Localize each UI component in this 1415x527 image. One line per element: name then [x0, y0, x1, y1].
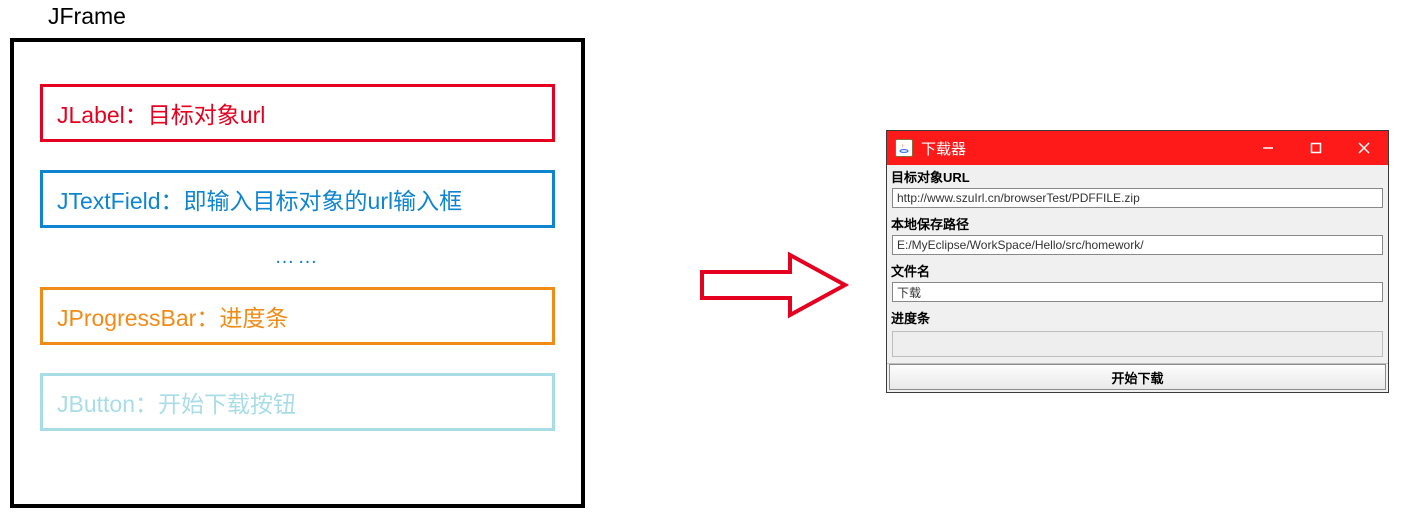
- maximize-button[interactable]: [1292, 131, 1340, 165]
- url-input[interactable]: [892, 188, 1383, 208]
- titlebar: 下载器: [887, 131, 1388, 165]
- java-app-icon: [895, 139, 913, 157]
- progress-bar: [892, 331, 1383, 357]
- url-label: 目标对象URL: [887, 165, 1388, 188]
- filename-label: 文件名: [887, 259, 1388, 282]
- jframe-layout-box: JLabel：目标对象url JTextField：即输入目标对象的url输入框…: [10, 38, 585, 508]
- arrow-icon: [700, 250, 850, 325]
- start-download-button[interactable]: 开始下载: [889, 364, 1386, 390]
- jprogressbar-box: JProgressBar：进度条: [40, 287, 555, 345]
- jbutton-box: JButton：开始下载按钮: [40, 373, 555, 431]
- diagram-title: JFrame: [48, 3, 126, 30]
- close-button[interactable]: [1340, 131, 1388, 165]
- app-body: 目标对象URL 本地保存路径 文件名 进度条 开始下载: [887, 165, 1388, 392]
- path-label: 本地保存路径: [887, 212, 1388, 235]
- progress-label: 进度条: [887, 306, 1388, 329]
- path-input[interactable]: [892, 235, 1383, 255]
- jtextfield-box: JTextField：即输入目标对象的url输入框: [40, 170, 555, 228]
- window-title: 下载器: [921, 138, 1244, 159]
- jlabel-box: JLabel：目标对象url: [40, 84, 555, 142]
- filename-input[interactable]: [892, 282, 1383, 302]
- app-window: 下载器 目标对象URL 本地保存路径 文件名 进度条 开始下载: [886, 130, 1389, 393]
- ellipsis: ……: [40, 246, 555, 269]
- minimize-button[interactable]: [1244, 131, 1292, 165]
